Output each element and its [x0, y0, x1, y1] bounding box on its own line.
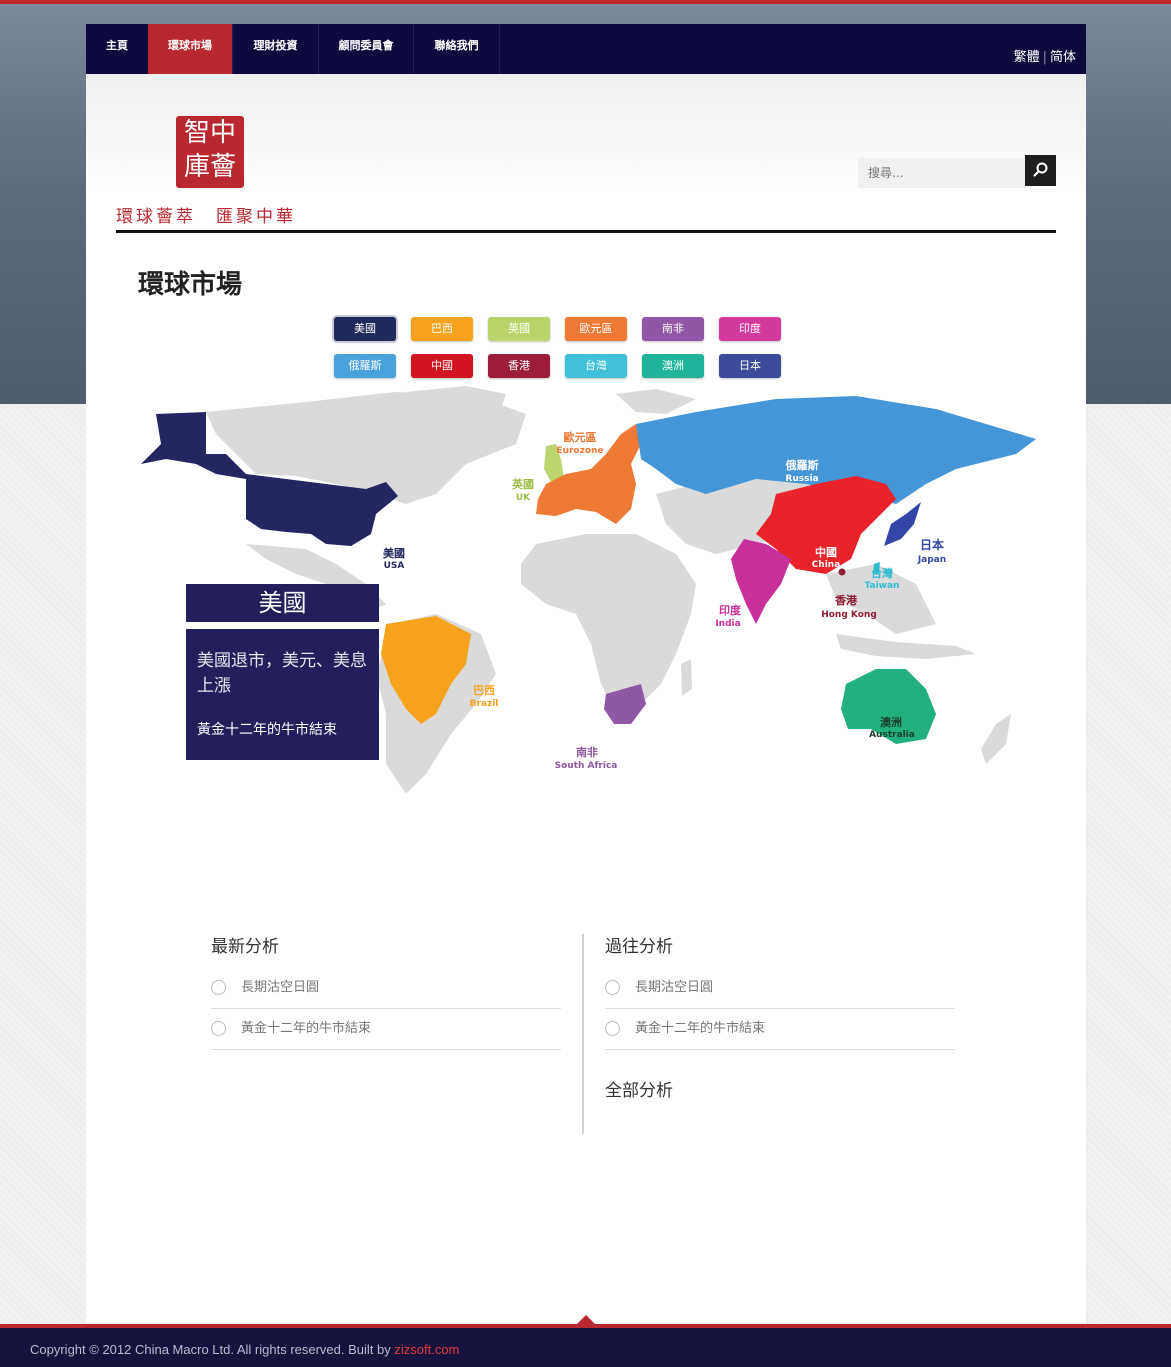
map-label-eurozone: 歐元區	[564, 430, 597, 444]
market-tab[interactable]: 澳洲	[642, 354, 704, 378]
map-label-india: 印度	[719, 603, 742, 617]
chevron-right-icon	[605, 1021, 620, 1036]
svg-text:Brazil: Brazil	[470, 699, 499, 709]
map-label-brazil: 巴西	[473, 684, 495, 697]
nav-item-home[interactable]: 主頁	[86, 24, 149, 74]
svg-text:India: India	[715, 619, 740, 629]
map-label-japan: 日本	[920, 537, 944, 552]
panel-headline[interactable]: 美國退市，美元、美息上漲	[197, 649, 372, 699]
svg-text:UK: UK	[516, 493, 531, 503]
svg-text:Hong Kong: Hong Kong	[821, 610, 877, 620]
map-label-usa: 美國	[383, 546, 405, 560]
page-title: 環球市場	[138, 270, 243, 300]
market-tab[interactable]: 台灣	[565, 354, 627, 378]
past-analysis-section: 過往分析 長期沽空日圓 黃金十二年的牛市結束 全部分析	[605, 932, 955, 1112]
lang-traditional-link[interactable]: 繁體	[1014, 50, 1040, 65]
search-button[interactable]	[1025, 155, 1056, 186]
market-tab[interactable]: 歐元區	[565, 317, 627, 341]
market-tabs: 美國 巴西 英國 歐元區 南非 印度俄羅斯 中國 香港 台灣 澳洲 日本	[334, 317, 794, 378]
map-label-uk: 英國	[511, 477, 534, 491]
market-tab[interactable]: 英國	[488, 317, 550, 341]
svg-text:South Africa: South Africa	[555, 761, 618, 771]
market-tab[interactable]: 印度	[719, 317, 781, 341]
market-tab[interactable]: 俄羅斯	[334, 354, 396, 378]
language-switch: 繁體 | 简体	[1013, 50, 1076, 65]
footer-copyright: Copyright © 2012 China Macro Ltd. All ri…	[30, 1342, 460, 1357]
list-item[interactable]: 黃金十二年的牛市結束	[605, 1009, 955, 1050]
site-slogan: 環球薈萃 匯聚中華	[116, 207, 296, 227]
market-tab[interactable]: 南非	[642, 317, 704, 341]
svg-text:Russia: Russia	[785, 474, 818, 484]
nav-item-advisory[interactable]: 顧問委員會	[319, 24, 414, 74]
chevron-right-icon	[211, 1021, 226, 1036]
search-icon	[1033, 162, 1048, 177]
nav-item-investment[interactable]: 理財投資	[233, 24, 319, 74]
panel-subline[interactable]: 黃金十二年的牛市結束	[197, 719, 372, 739]
search-input[interactable]	[858, 158, 1025, 188]
map-label-russia: 俄羅斯	[785, 458, 819, 472]
map-label-australia: 澳洲	[880, 715, 902, 729]
list-item[interactable]: 黃金十二年的牛市結束	[211, 1009, 561, 1050]
panel-body: 美國退市，美元、美息上漲 黃金十二年的牛市結束	[186, 629, 379, 760]
chevron-right-icon	[605, 980, 620, 995]
svg-text:Eurozone: Eurozone	[556, 446, 603, 456]
market-info-panel: 美國 美國退市，美元、美息上漲 黃金十二年的牛市結束	[186, 584, 379, 760]
column-divider	[582, 934, 584, 1134]
chevron-right-icon	[211, 980, 226, 995]
site-footer: Copyright © 2012 China Macro Ltd. All ri…	[0, 1324, 1171, 1367]
panel-title: 美國	[186, 584, 379, 622]
latest-analysis-title: 最新分析	[211, 937, 279, 957]
main-nav: 主頁 環球市場 理財投資 顧問委員會 聯絡我們 繁體 | 简体	[86, 24, 1086, 74]
svg-text:Japan: Japan	[917, 555, 946, 565]
map-country-japan[interactable]	[884, 502, 921, 546]
svg-text:Taiwan: Taiwan	[865, 581, 900, 591]
footer-notch	[577, 1315, 595, 1324]
market-tab[interactable]: 巴西	[411, 317, 473, 341]
market-tab[interactable]: 美國	[334, 317, 396, 341]
market-tab[interactable]: 中國	[411, 354, 473, 378]
market-tab[interactable]: 香港	[488, 354, 550, 378]
footer-builder-link[interactable]: zizsoft.com	[394, 1342, 459, 1357]
all-analysis-link[interactable]: 全部分析	[605, 1076, 955, 1112]
nav-item-contact[interactable]: 聯絡我們	[414, 24, 500, 74]
header-divider	[116, 230, 1056, 233]
map-label-taiwan: 台灣	[871, 566, 893, 580]
list-item[interactable]: 長期沽空日圓	[211, 968, 561, 1009]
svg-text:China: China	[812, 560, 841, 570]
map-label-south-africa: 南非	[576, 745, 598, 759]
latest-analysis-section: 最新分析 長期沽空日圓 黃金十二年的牛市結束	[211, 932, 561, 1050]
svg-text:Australia: Australia	[869, 730, 915, 740]
map-label-hongkong: 香港	[834, 593, 858, 607]
page-container: 主頁 環球市場 理財投資 顧問委員會 聯絡我們 繁體 | 简体 智中 庫薈 環球薈萃…	[86, 24, 1086, 1324]
market-tab[interactable]: 日本	[719, 354, 781, 378]
map-label-china: 中國	[815, 545, 837, 559]
seal-logo-icon: 智中 庫薈	[176, 116, 244, 188]
nav-item-global-markets[interactable]: 環球市場	[148, 24, 233, 74]
list-item[interactable]: 長期沽空日圓	[605, 968, 955, 1009]
svg-text:USA: USA	[384, 561, 405, 571]
lang-simplified-link[interactable]: 简体	[1050, 50, 1076, 65]
past-analysis-title: 過往分析	[605, 937, 673, 957]
